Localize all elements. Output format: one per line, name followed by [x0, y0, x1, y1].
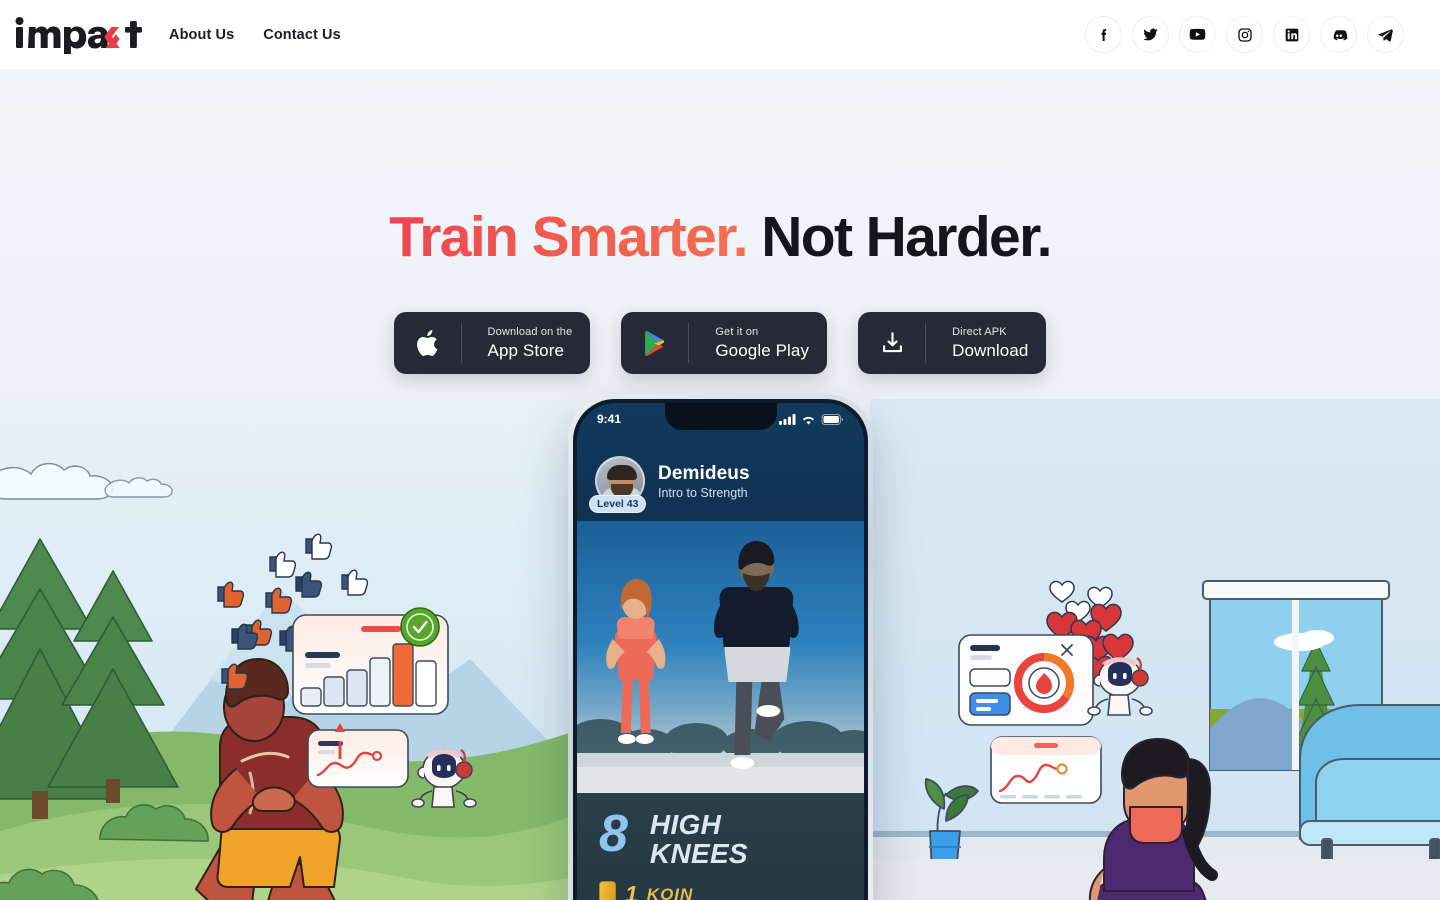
line-chart-card-left	[307, 723, 409, 788]
direct-apk-big-label: Download	[952, 340, 1029, 360]
direct-apk-labels: Direct APK Download	[939, 326, 1028, 359]
exercise-name: HIGH KNEES	[649, 809, 748, 869]
discord-icon[interactable]	[1320, 16, 1357, 53]
google-play-labels: Get it on Google Play	[702, 326, 809, 359]
koin-reward: 1 KOIN	[599, 881, 864, 900]
apple-icon	[408, 328, 448, 359]
twitter-icon[interactable]	[1132, 16, 1169, 53]
profile-header: Level 43 Demideus Intro to Strength	[577, 449, 864, 513]
indoor-scene	[870, 399, 1440, 900]
wifi-icon	[802, 416, 815, 424]
avatar-woman	[606, 579, 666, 744]
headline-rest: Not Harder.	[746, 205, 1052, 269]
nav-about-us[interactable]: About Us	[169, 27, 234, 43]
main-nav: About Us Contact Us	[169, 27, 341, 43]
profile-name: Demideus	[658, 462, 750, 484]
app-store-labels: Download on the App Store	[475, 326, 573, 359]
exercise-name-line2: KNEES	[649, 837, 748, 869]
download-buttons: Download on the App Store Get it on Goog…	[0, 312, 1440, 374]
outdoor-scene	[0, 399, 575, 900]
linkedin-icon[interactable]	[1273, 16, 1310, 53]
green-check-badge	[400, 607, 440, 647]
google-play-small-label: Get it on	[715, 326, 759, 339]
bar-chart-card	[292, 607, 449, 715]
google-play-icon	[635, 329, 675, 358]
hero-section: Train Smarter. Not Harder. Download on t…	[0, 69, 1440, 900]
site-header: impakt About Us Contact Us	[0, 0, 1440, 69]
headline-accent: Train Smarter.	[389, 205, 748, 269]
sofa	[1299, 704, 1440, 866]
google-play-big-label: Google Play	[715, 340, 810, 360]
page-title: Train Smarter. Not Harder.	[0, 205, 1440, 269]
status-bar: 9:41	[577, 408, 864, 430]
koin-count: 1	[625, 881, 638, 900]
nav-contact-us[interactable]: Contact Us	[263, 27, 341, 43]
app-store-button[interactable]: Download on the App Store	[393, 312, 591, 374]
download-icon	[872, 330, 912, 357]
button-divider	[460, 323, 462, 363]
app-store-small-label: Download on the	[487, 326, 573, 339]
page-root: impakt About Us Contact Us	[0, 0, 1440, 900]
cellular-icon	[779, 413, 796, 425]
social-links	[1085, 16, 1404, 53]
youtube-icon[interactable]	[1179, 16, 1216, 53]
direct-apk-small-label: Direct APK	[952, 326, 1007, 339]
level-badge: Level 43	[589, 495, 647, 513]
coin-icon	[599, 881, 616, 900]
button-divider	[688, 323, 690, 363]
phone-bezel: 9:41 Level 43 Demideus Intro to Strength…	[573, 399, 868, 900]
status-indicators	[779, 413, 844, 425]
line-chart-card-right	[990, 736, 1102, 804]
telegram-icon[interactable]	[1367, 16, 1404, 53]
exercise-name-line1: HIGH	[649, 809, 722, 840]
phone-screen: 9:41 Level 43 Demideus Intro to Strength…	[577, 403, 864, 900]
workout-info: 8 HIGH KNEES 1 KOIN	[577, 793, 864, 900]
workout-video[interactable]	[577, 521, 864, 793]
status-time: 9:41	[597, 412, 622, 426]
calories-donut-card	[958, 634, 1094, 726]
rep-count: 8	[599, 805, 628, 863]
phone-mockup: 9:41 Level 43 Demideus Intro to Strength…	[568, 394, 873, 900]
koin-label: KOIN	[646, 884, 694, 900]
profile-text: Demideus Intro to Strength	[658, 463, 750, 500]
direct-apk-button[interactable]: Direct APK Download	[858, 312, 1047, 374]
workout-avatars	[577, 541, 864, 793]
workout-row: 8 HIGH KNEES	[599, 805, 864, 869]
facebook-icon[interactable]	[1085, 16, 1122, 53]
battery-icon	[821, 413, 843, 425]
profile-subtitle: Intro to Strength	[658, 485, 748, 500]
google-play-button[interactable]: Get it on Google Play	[621, 312, 828, 374]
instagram-icon[interactable]	[1226, 16, 1263, 53]
button-divider	[925, 323, 927, 363]
impakt-logo[interactable]: impakt	[10, 0, 146, 69]
app-store-big-label: App Store	[487, 340, 565, 360]
avatar-wrapper: Level 43	[589, 456, 647, 513]
